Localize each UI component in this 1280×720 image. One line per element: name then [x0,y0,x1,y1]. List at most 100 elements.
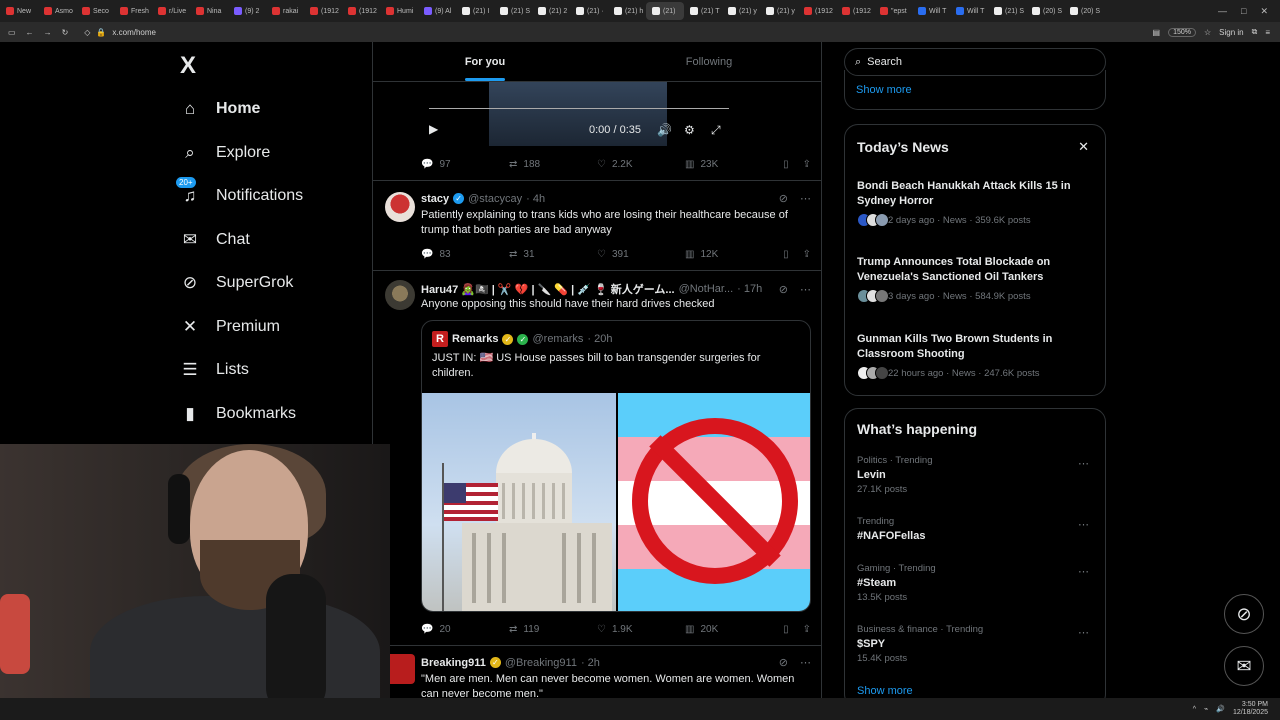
close-window-icon[interactable]: ✕ [1260,6,1268,17]
reader-icon[interactable]: ▤ [1153,28,1161,37]
browser-tab[interactable]: Asmo [38,2,76,20]
show-more-link[interactable]: Show more [856,84,912,96]
more-icon[interactable]: ⋯ [1078,518,1089,531]
share-icon[interactable]: ⇪ [803,249,811,260]
star-icon[interactable]: ☆ [1204,28,1211,37]
avatar[interactable] [385,280,415,310]
forward-icon[interactable]: → [44,28,52,37]
nav-item-notifications[interactable]: ♫ 20+ Notifications [176,177,303,211]
browser-tab[interactable]: "epst [874,2,912,20]
browser-tab[interactable]: (20) S [1064,2,1102,20]
author-handle[interactable]: @Breaking911 [505,657,577,669]
show-more-link[interactable]: Show more [857,685,913,697]
browser-tab[interactable]: (1912 [798,2,836,20]
repost-button[interactable]: ⇄ 119 [509,624,597,635]
browser-tab[interactable]: (21) y [722,2,760,20]
browser-tab[interactable]: (21) S [494,2,532,20]
browser-tab[interactable]: rakai [266,2,304,20]
video-progress-bar[interactable] [429,108,729,109]
news-item[interactable]: Bondi Beach Hanukkah Attack Kills 15 in … [857,179,1093,227]
views-button[interactable]: ▥ 23K [685,159,773,170]
browser-tab[interactable]: (21) y [760,2,798,20]
views-button[interactable]: ▥ 20K [685,624,773,635]
browser-tab[interactable]: (21) 2 [532,2,570,20]
more-icon[interactable]: ⋯ [800,192,811,205]
trend-item[interactable]: Gaming · Trending #Steam 13.5K posts ⋯ [857,563,1095,603]
maximize-icon[interactable]: □ [1241,6,1246,17]
browser-tab[interactable]: (20) S [1026,2,1064,20]
sign-in-button[interactable]: Sign in [1219,28,1243,37]
avatar[interactable] [385,192,415,222]
messages-fab-button[interactable]: ✉ [1224,646,1264,686]
tray-chevron-icon[interactable]: ^ [1193,706,1196,713]
tab-following[interactable]: Following [597,42,821,81]
nav-item-bookmarks[interactable]: ▮ Bookmarks [180,399,296,429]
more-icon[interactable]: ⋯ [1078,626,1089,639]
repost-button[interactable]: ⇄ 188 [509,159,597,170]
clock[interactable]: 3:50 PM 12/18/2025 [1233,701,1268,717]
share-icon[interactable]: ⇪ [803,159,811,170]
menu-icon[interactable]: ≡ [1265,28,1270,37]
author-name[interactable]: stacy [421,193,449,205]
browser-tab[interactable]: (1912 [836,2,874,20]
more-icon[interactable]: ⋯ [1078,457,1089,470]
grok-icon[interactable]: ⊘ [779,283,788,296]
browser-tab[interactable]: (9) Al [418,2,456,20]
browser-tab[interactable]: Humi [380,2,418,20]
browser-tab[interactable]: (21) I [456,2,494,20]
more-icon[interactable]: ⋯ [800,283,811,296]
browser-tab[interactable]: (1912 [342,2,380,20]
browser-tab[interactable]: Seco [76,2,114,20]
browser-tab[interactable]: Fresh [114,2,152,20]
browser-tab[interactable]: r/Live [152,2,190,20]
quote-author-handle[interactable]: @remarks [532,333,583,345]
browser-tab[interactable]: (21) · [570,2,608,20]
quote-author-name[interactable]: Remarks [452,333,498,345]
grok-fab-button[interactable]: ⊘ [1224,594,1264,634]
network-icon[interactable]: ⌁ [1204,705,1208,713]
more-icon[interactable]: ⋯ [1078,565,1089,578]
grok-icon[interactable]: ⊘ [779,192,788,205]
back-icon[interactable]: ← [26,28,34,37]
volume-icon[interactable]: 🔊 [1216,705,1225,713]
trend-item[interactable]: Business & finance · Trending $SPY 15.4K… [857,624,1095,664]
fullscreen-icon[interactable]: ⤢ [711,123,721,138]
x-logo[interactable]: X [180,52,196,80]
browser-tab[interactable]: (21) S [988,2,1026,20]
reload-icon[interactable]: ↻ [62,28,69,37]
capitol-image[interactable] [422,393,616,611]
browser-tab[interactable]: (9) 2 [228,2,266,20]
grok-icon[interactable]: ⊘ [779,656,788,669]
nav-item-premium[interactable]: ✕ Premium [180,312,280,342]
settings-gear-icon[interactable]: ⚙ [684,123,695,137]
tweet-time[interactable]: · 17h [737,283,762,295]
browser-tab[interactable]: Nina [190,2,228,20]
quoted-tweet[interactable]: R Remarks ✓ ✓ @remarks · 20h JUST IN: 🇺🇸… [421,320,811,612]
browser-tab[interactable]: (21) T [684,2,722,20]
minimize-icon[interactable]: — [1218,6,1227,17]
nav-item-supergrok[interactable]: ⊘ SuperGrok [180,268,294,298]
browser-tab[interactable]: (21) h [608,2,646,20]
author-name[interactable]: Haru47 🧟‍♀️🏴‍☠️ | ✂️ 💔 | 🔪 💊 | 💉 🍷 新人ゲーム… [421,281,675,297]
trans-flag-ban-image[interactable] [618,393,810,611]
play-icon[interactable]: ▶ [429,122,438,136]
news-item[interactable]: Trump Announces Total Blockade on Venezu… [857,255,1093,303]
news-item[interactable]: Gunman Kills Two Brown Students in Class… [857,332,1093,380]
author-handle[interactable]: @NotHar... [679,283,734,295]
nav-item-home[interactable]: ⌂ Home [180,94,261,124]
share-icon[interactable]: ⇪ [803,624,811,635]
trend-item[interactable]: Politics · Trending Levin 27.1K posts ⋯ [857,455,1095,495]
volume-icon[interactable]: 🔊 [657,123,672,137]
trend-item[interactable]: Trending #NAFOFellas ⋯ [857,516,1095,542]
bookmark-icon[interactable]: ▯ [783,249,789,260]
like-button[interactable]: ♡ 391 [597,249,685,260]
reply-button[interactable]: 💬 83 [421,249,509,260]
more-icon[interactable]: ⋯ [800,656,811,669]
author-name[interactable]: Breaking911 [421,657,486,669]
like-button[interactable]: ♡ 2.2K [597,159,685,170]
tweet-time[interactable]: · 2h [581,657,600,669]
tweet-time[interactable]: · 4h [526,193,545,205]
tab-for-you[interactable]: For you [373,42,597,81]
close-icon[interactable]: ✕ [1078,139,1089,155]
search-input[interactable]: ⌕ Search [844,48,1106,76]
